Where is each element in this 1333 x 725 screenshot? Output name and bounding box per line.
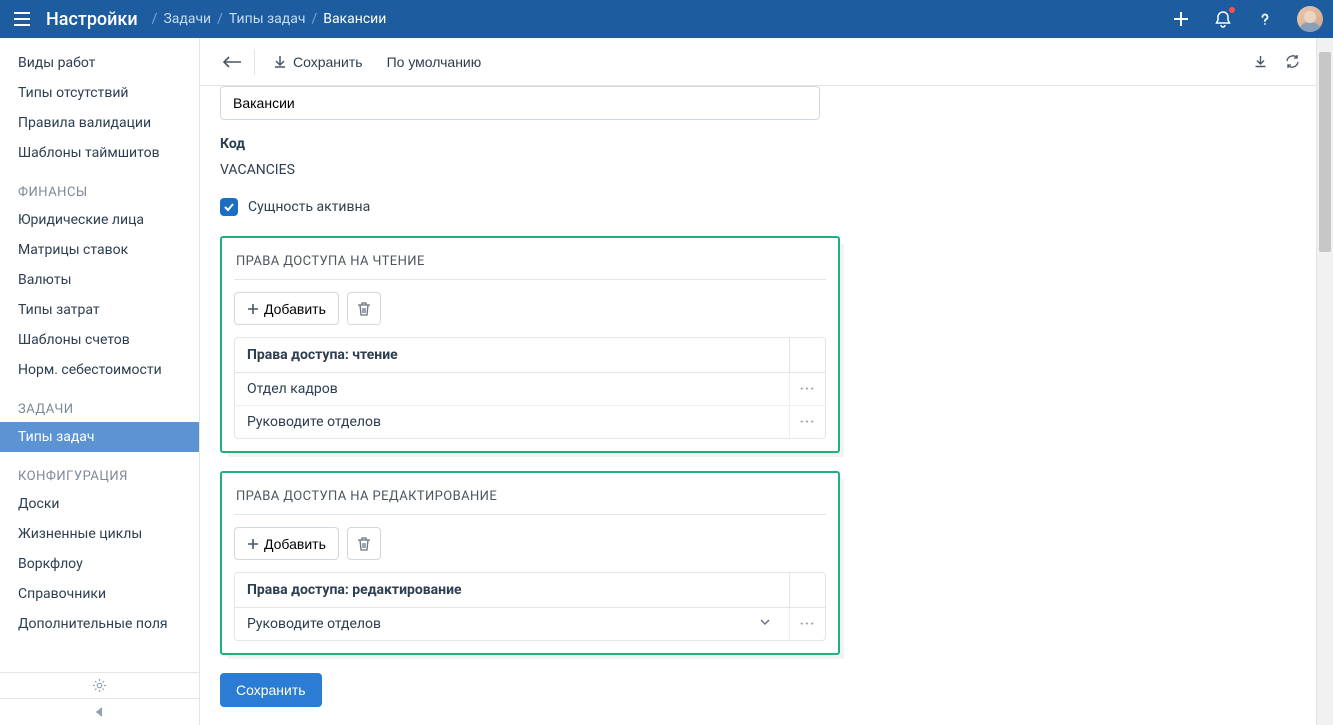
- vertical-scrollbar[interactable]: [1316, 38, 1333, 725]
- plus-icon: [247, 538, 259, 550]
- edit-col-header: Права доступа: редактирование: [235, 573, 789, 607]
- breadcrumb: / Задачи / Типы задач / Вакансии: [152, 11, 387, 27]
- table-row[interactable]: Руководите отделов ···: [235, 406, 825, 438]
- edit-table: Права доступа: редактирование Руководите…: [234, 572, 826, 641]
- row-actions-button[interactable]: ···: [789, 373, 825, 405]
- trash-icon: [357, 536, 371, 552]
- sidebar-item-currencies[interactable]: Валюты: [0, 265, 199, 295]
- download-icon: [1253, 54, 1268, 69]
- active-label: Сущность активна: [248, 199, 370, 215]
- form-content: Код VACANCIES Сущность активна ПРАВА ДОС…: [200, 86, 1060, 725]
- read-table: Права доступа: чтение Отдел кадров ··· Р…: [234, 337, 826, 439]
- breadcrumb-tasks[interactable]: Задачи: [163, 11, 211, 27]
- sidebar-item-job-types[interactable]: Виды работ: [0, 48, 199, 78]
- refresh-icon: [1285, 54, 1300, 69]
- edit-add-label: Добавить: [264, 536, 326, 552]
- sidebar-item-invoice-templates[interactable]: Шаблоны счетов: [0, 325, 199, 355]
- read-delete-button[interactable]: [347, 292, 381, 325]
- dropdown-caret[interactable]: [759, 616, 777, 632]
- check-icon: [223, 201, 235, 213]
- save-button[interactable]: Сохранить: [263, 48, 373, 76]
- edit-add-button[interactable]: Добавить: [234, 527, 339, 560]
- sidebar-settings-button[interactable]: [0, 673, 199, 699]
- sidebar-item-task-types[interactable]: Типы задач: [0, 422, 199, 452]
- breadcrumb-task-types[interactable]: Типы задач: [229, 11, 306, 27]
- edit-access-panel: ПРАВА ДОСТУПА НА РЕДАКТИРОВАНИЕ Добавить…: [220, 471, 840, 655]
- sidebar-item-rate-matrices[interactable]: Матрицы ставок: [0, 235, 199, 265]
- avatar[interactable]: [1297, 6, 1323, 32]
- sidebar-item-cost-norms[interactable]: Норм. себестоимости: [0, 355, 199, 385]
- dots-icon: ···: [800, 616, 816, 632]
- sidebar-group-config: Конфигурация: [0, 452, 199, 489]
- sidebar-item-cost-types[interactable]: Типы затрат: [0, 295, 199, 325]
- sidebar-item-validation-rules[interactable]: Правила валидации: [0, 108, 199, 138]
- sidebar-item-absence-types[interactable]: Типы отсутствий: [0, 78, 199, 108]
- sidebar-item-lifecycles[interactable]: Жизненные циклы: [0, 519, 199, 549]
- breadcrumb-sep: /: [311, 11, 317, 27]
- refresh-button[interactable]: [1278, 48, 1306, 76]
- sidebar-group-tasks: Задачи: [0, 385, 199, 422]
- content-toolbar: Сохранить По умолчанию: [200, 38, 1316, 86]
- dots-icon: ···: [800, 381, 816, 397]
- toolbar-divider: [254, 49, 255, 75]
- row-actions-button[interactable]: ···: [789, 608, 825, 640]
- form-save-button[interactable]: Сохранить: [220, 673, 322, 707]
- add-icon[interactable]: [1171, 9, 1191, 29]
- edit-delete-button[interactable]: [347, 527, 381, 560]
- row-actions-button[interactable]: ···: [789, 406, 825, 438]
- sidebar: Виды работ Типы отсутствий Правила валид…: [0, 38, 200, 725]
- sidebar-item-timesheet-templates[interactable]: Шаблоны таймшитов: [0, 138, 199, 168]
- read-add-button[interactable]: Добавить: [234, 292, 339, 325]
- sidebar-item-legal-entities[interactable]: Юридические лица: [0, 205, 199, 235]
- code-value: VACANCIES: [220, 162, 1040, 178]
- edit-panel-title: ПРАВА ДОСТУПА НА РЕДАКТИРОВАНИЕ: [234, 485, 826, 515]
- defaults-label: По умолчанию: [387, 54, 482, 70]
- scrollbar-thumb[interactable]: [1319, 52, 1331, 252]
- read-row-0: Отдел кадров: [235, 373, 789, 405]
- help-icon[interactable]: [1255, 9, 1275, 29]
- breadcrumb-sep: /: [217, 11, 223, 27]
- hamburger-menu-button[interactable]: [10, 7, 34, 31]
- read-panel-title: ПРАВА ДОСТУПА НА ЧТЕНИЕ: [234, 250, 826, 280]
- sidebar-item-workflow[interactable]: Воркфлоу: [0, 549, 199, 579]
- sidebar-collapse-button[interactable]: [0, 699, 199, 725]
- table-row[interactable]: Отдел кадров ···: [235, 373, 825, 406]
- name-input[interactable]: [220, 86, 820, 120]
- read-col-header: Права доступа: чтение: [235, 338, 789, 372]
- collapse-left-icon: [95, 707, 105, 717]
- edit-row-0-label: Руководите отделов: [247, 616, 381, 632]
- edit-col-actions: [789, 573, 825, 607]
- gear-icon: [92, 678, 107, 693]
- read-row-1: Руководите отделов: [235, 406, 789, 438]
- sidebar-item-custom-fields[interactable]: Дополнительные поля: [0, 609, 199, 639]
- bell-icon[interactable]: [1213, 9, 1233, 29]
- save-icon: [273, 55, 287, 69]
- trash-icon: [357, 301, 371, 317]
- table-row[interactable]: Руководите отделов ···: [235, 608, 825, 640]
- notification-dot: [1229, 7, 1235, 13]
- active-checkbox[interactable]: [220, 198, 238, 216]
- sidebar-item-boards[interactable]: Доски: [0, 489, 199, 519]
- main-area: Сохранить По умолчанию Код VACANCIES: [200, 38, 1333, 725]
- edit-row-0: Руководите отделов: [235, 608, 789, 640]
- code-label: Код: [220, 136, 1040, 152]
- sidebar-group-finance: Финансы: [0, 168, 199, 205]
- dots-icon: ···: [800, 414, 816, 430]
- breadcrumb-sep: /: [152, 11, 158, 27]
- download-button[interactable]: [1246, 48, 1274, 76]
- chevron-down-icon: [759, 616, 771, 628]
- plus-icon: [247, 303, 259, 315]
- sidebar-item-dictionaries[interactable]: Справочники: [0, 579, 199, 609]
- read-access-panel: ПРАВА ДОСТУПА НА ЧТЕНИЕ Добавить Права д…: [220, 236, 840, 453]
- read-col-actions: [789, 338, 825, 372]
- save-label: Сохранить: [293, 54, 363, 70]
- breadcrumb-current: Вакансии: [323, 11, 386, 27]
- defaults-button[interactable]: По умолчанию: [377, 48, 492, 76]
- back-button[interactable]: [218, 48, 246, 76]
- page-title: Настройки: [46, 9, 138, 30]
- read-add-label: Добавить: [264, 301, 326, 317]
- top-bar: Настройки / Задачи / Типы задач / Ваканс…: [0, 0, 1333, 38]
